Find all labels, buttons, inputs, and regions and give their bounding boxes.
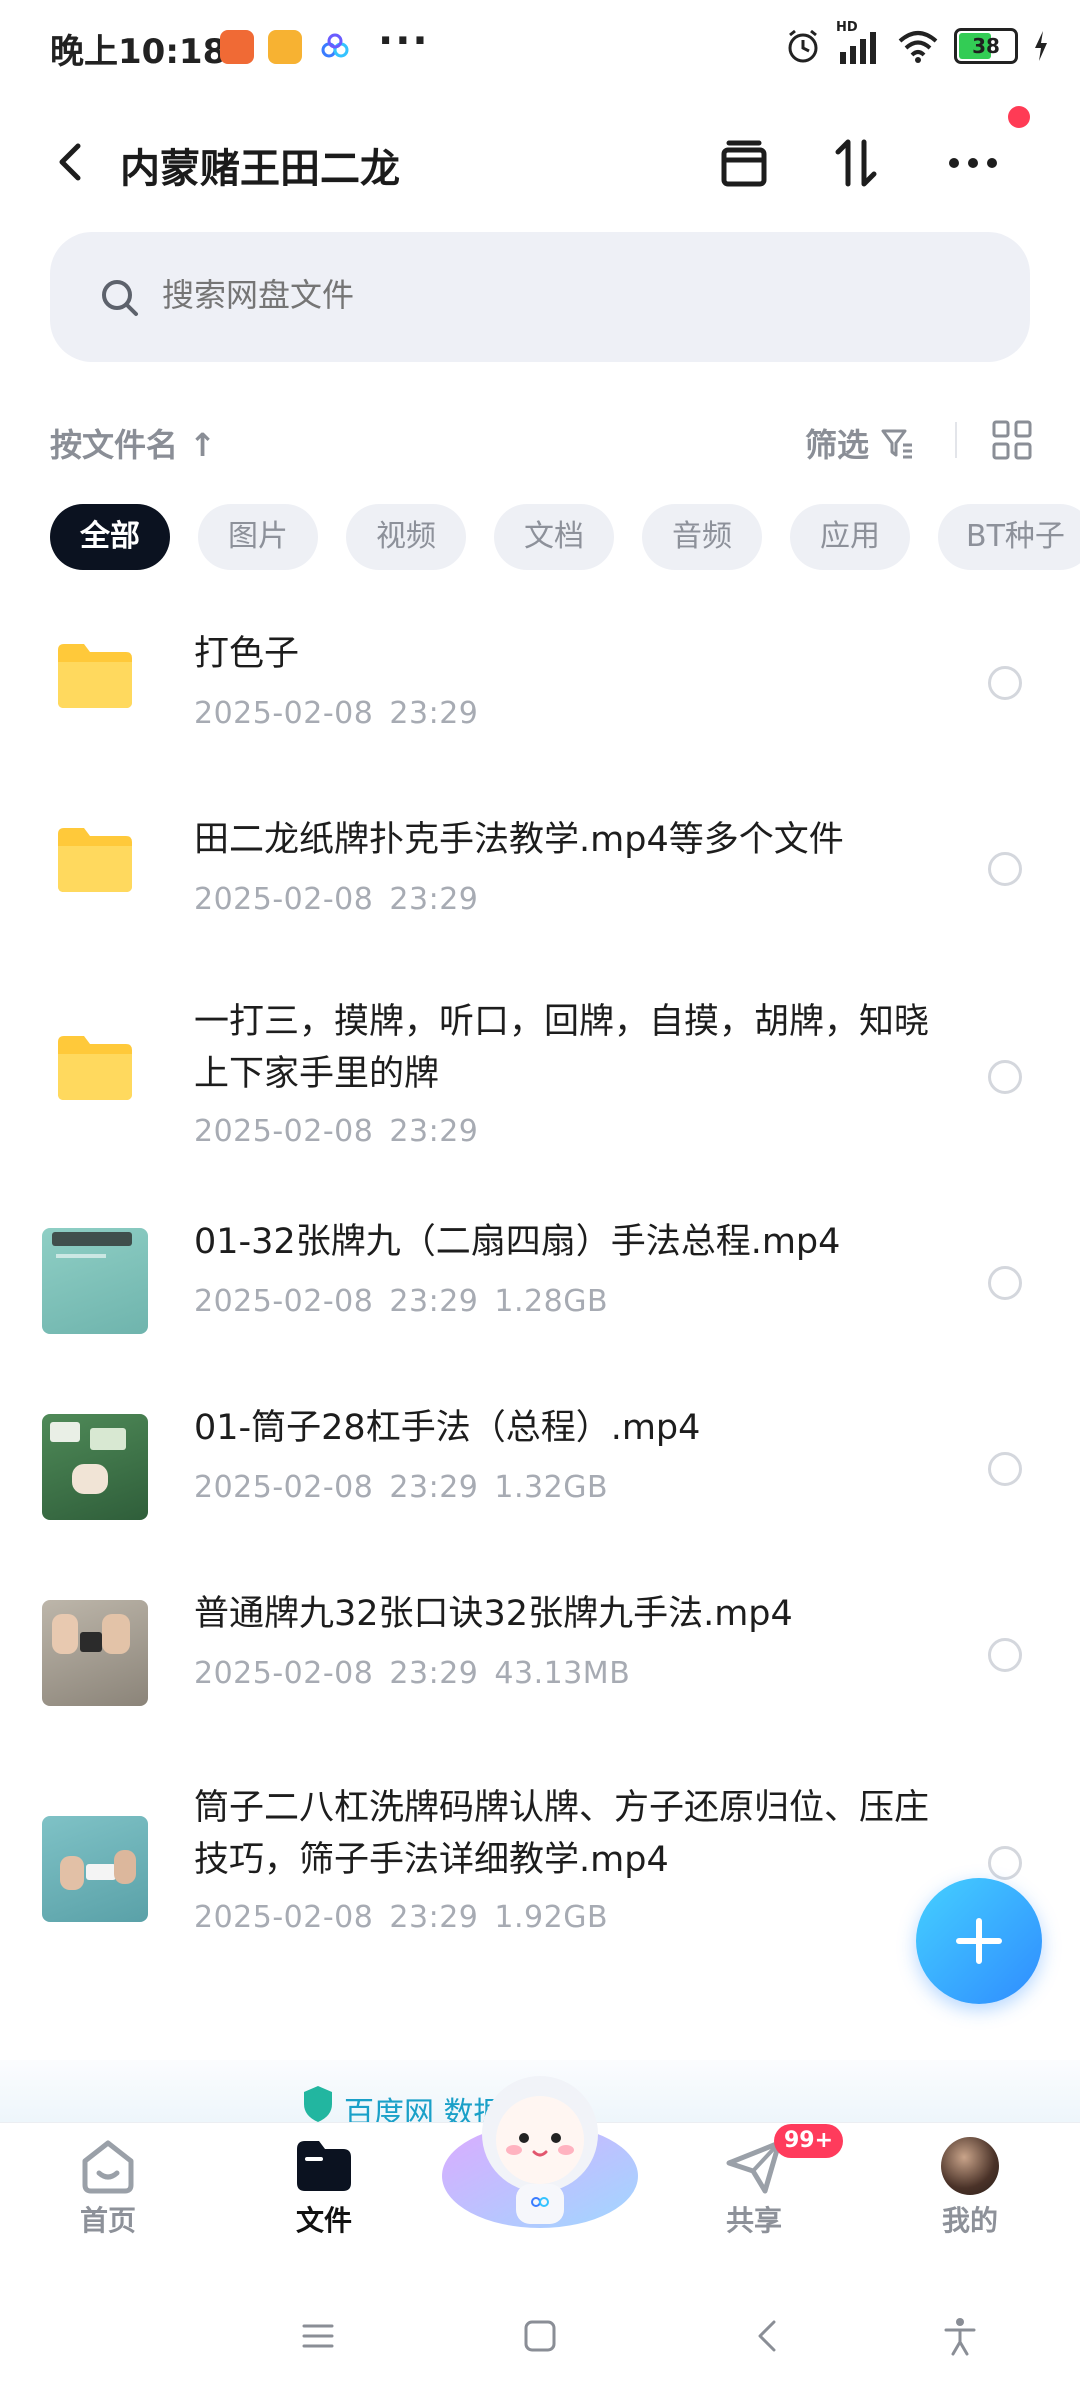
nav-me[interactable]: 我的 (900, 2137, 1040, 2239)
file-row[interactable]: 一打三，摸牌，听口，回牌，自摸，胡牌，知晓上下家手里的牌 2025-02-08 … (0, 960, 1080, 1170)
shield-icon (304, 2086, 332, 2122)
video-thumbnail (42, 1816, 148, 1922)
select-checkbox[interactable] (988, 1452, 1022, 1486)
search-bar[interactable] (50, 232, 1030, 362)
file-meta: 2025-02-08 23:29 1.32GB (194, 1470, 609, 1505)
file-name: 打色子 (194, 634, 300, 674)
status-time: 晚上10:18 (50, 32, 227, 72)
file-name: 01-筒子28杠手法（总程）.mp4 (194, 1408, 701, 1448)
plus-icon (956, 1918, 1002, 1964)
video-thumbnail (42, 1600, 148, 1706)
alarm-icon (788, 29, 818, 63)
file-row[interactable]: 打色子 2025-02-08 23:29 (0, 590, 1080, 770)
file-name: 一打三，摸牌，听口，回牌，自摸，胡牌，知晓上下家手里的牌 (194, 1002, 930, 1094)
search-icon (102, 280, 138, 316)
select-checkbox[interactable] (988, 1846, 1022, 1880)
file-row[interactable]: 普通牌九32张口诀32张牌九手法.mp4 2025-02-08 23:29 43… (0, 1560, 1080, 1740)
notification-app-icon (268, 30, 302, 64)
file-meta: 2025-02-08 23:29 (194, 1114, 479, 1149)
file-row[interactable]: 01-筒子28杠手法（总程）.mp4 2025-02-08 23:29 1.32… (0, 1374, 1080, 1554)
chip-bt-torrents[interactable]: BT种子 (938, 504, 1080, 570)
folder-icon (58, 644, 132, 708)
nav-me-label: 我的 (941, 2204, 998, 2237)
filter-chip-bar: 全部 图片 视频 文档 音频 应用 BT种子 (50, 504, 1080, 570)
signal-icon: HD (836, 20, 882, 66)
notification-app-icon (220, 30, 254, 64)
select-checkbox[interactable] (988, 852, 1022, 886)
back-icon[interactable] (44, 132, 104, 192)
file-name: 筒子二八杠洗牌码牌认牌、方子还原归位、压庄技巧，筛子手法详细教学.mp4 (194, 1788, 930, 1880)
sort-filter-bar: 按文件名 ↑ 筛选 (0, 400, 1080, 480)
more-notifications-icon: ··· (378, 18, 430, 64)
search-input[interactable] (160, 276, 964, 315)
chip-all[interactable]: 全部 (50, 504, 170, 570)
assistant-mascot[interactable] (440, 2066, 640, 2236)
folder-icon (297, 2141, 351, 2191)
title-bar: 内蒙赌王田二龙 (0, 110, 1080, 220)
video-thumbnail (42, 1228, 148, 1334)
page-title: 内蒙赌王田二龙 (120, 146, 400, 192)
nav-home-label: 首页 (79, 2204, 136, 2237)
baidu-netdisk-status-icon (318, 30, 352, 64)
sort-by-name-button[interactable]: 按文件名 ↑ (50, 420, 216, 466)
file-meta: 2025-02-08 23:29 (194, 882, 479, 917)
divider (955, 422, 957, 458)
select-checkbox[interactable] (988, 1060, 1022, 1094)
status-bar: 晚上10:18 ··· HD 38 (0, 0, 1080, 96)
accessibility-icon[interactable] (938, 2314, 982, 2358)
filter-icon (881, 429, 913, 459)
file-name: 01-32张牌九（二扇四扇）手法总程.mp4 (194, 1222, 841, 1262)
nav-files-label: 文件 (295, 2204, 352, 2237)
grid-view-icon[interactable] (990, 418, 1034, 462)
chip-audio[interactable]: 音频 (642, 504, 762, 570)
chip-videos[interactable]: 视频 (346, 504, 466, 570)
file-name: 普通牌九32张口诀32张牌九手法.mp4 (194, 1594, 793, 1634)
share-badge: 99+ (774, 2124, 844, 2158)
file-row[interactable]: 01-32张牌九（二扇四扇）手法总程.mp4 2025-02-08 23:29 … (0, 1188, 1080, 1368)
nav-share-label: 共享 (725, 2204, 782, 2237)
more-icon[interactable] (940, 130, 1006, 196)
nav-home[interactable]: 首页 (38, 2137, 178, 2239)
file-meta: 2025-02-08 23:29 (194, 696, 479, 731)
folder-icon (58, 828, 132, 892)
video-thumbnail (42, 1414, 148, 1520)
add-button[interactable] (916, 1878, 1042, 2004)
sort-icon[interactable] (824, 130, 890, 196)
chip-documents[interactable]: 文档 (494, 504, 614, 570)
select-checkbox[interactable] (988, 666, 1022, 700)
file-row[interactable]: 田二龙纸牌扑克手法教学.mp4等多个文件 2025-02-08 23:29 (0, 774, 1080, 954)
filter-button[interactable]: 筛选 (805, 420, 915, 466)
wifi-icon (898, 31, 938, 63)
charging-icon (1035, 31, 1047, 61)
menu-icon[interactable] (296, 2314, 340, 2358)
file-name: 田二龙纸牌扑克手法教学.mp4等多个文件 (194, 820, 844, 860)
folder-icon (58, 1036, 132, 1100)
notification-dot (1008, 106, 1030, 128)
nav-files[interactable]: 文件 (254, 2137, 394, 2239)
file-meta: 2025-02-08 23:29 1.28GB (194, 1284, 609, 1319)
select-checkbox[interactable] (988, 1638, 1022, 1672)
chip-images[interactable]: 图片 (198, 504, 318, 570)
home-icon (82, 2140, 134, 2194)
battery-indicator: 38 (954, 28, 1018, 64)
file-meta: 2025-02-08 23:29 1.92GB (194, 1900, 609, 1935)
select-checkbox[interactable] (988, 1266, 1022, 1300)
filter-label: 筛选 (805, 426, 870, 464)
home-square-icon[interactable] (518, 2314, 562, 2358)
chip-apps[interactable]: 应用 (790, 504, 910, 570)
file-meta: 2025-02-08 23:29 43.13MB (194, 1656, 631, 1691)
back-chevron-icon[interactable] (746, 2314, 790, 2358)
archive-icon[interactable] (710, 130, 776, 196)
avatar (941, 2137, 999, 2195)
system-nav-bar (0, 2270, 1080, 2400)
